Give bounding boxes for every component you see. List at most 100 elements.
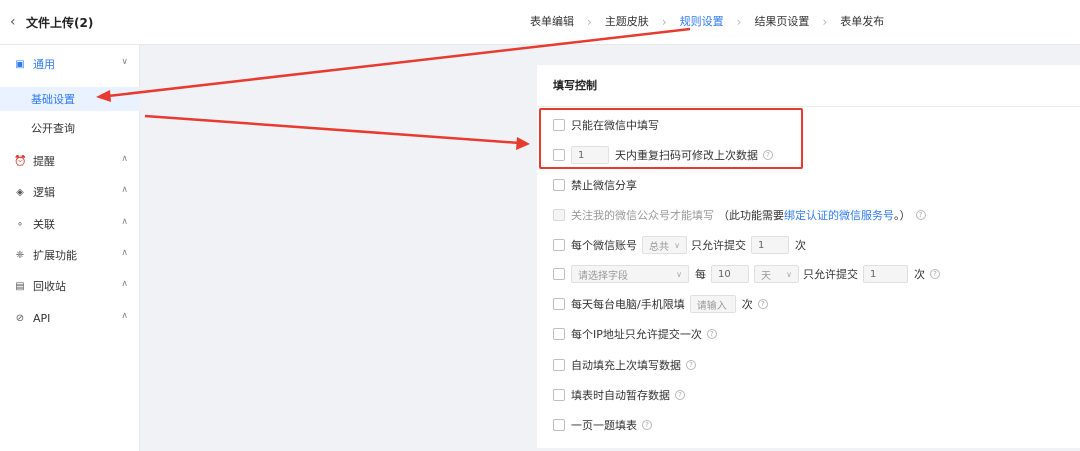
divider <box>537 106 1080 107</box>
option-label: 关注我的微信公众号才能填写 <box>571 209 714 222</box>
link-icon: ∘ <box>16 218 24 230</box>
chevron-down-icon: ∨ <box>786 269 792 279</box>
sidebar-group-api[interactable]: ⊘ API ∧ <box>0 306 140 330</box>
gift-icon: ❈ <box>15 249 25 261</box>
chevron-up-icon: ∧ <box>121 154 128 164</box>
help-icon[interactable]: ? <box>706 329 717 339</box>
option-label: 自动填充上次填写数据 <box>571 359 681 372</box>
page-title: 文件上传(2) <box>26 16 94 30</box>
per-field-count-input[interactable]: 1 <box>863 265 908 283</box>
option-label: 每天每台电脑/手机限填 <box>571 298 685 311</box>
help-icon[interactable]: ? <box>930 269 940 279</box>
help-icon[interactable]: ? <box>642 420 652 430</box>
step-rule-settings[interactable]: 规则设置 <box>680 15 724 29</box>
one-per-page-checkbox[interactable] <box>553 419 565 431</box>
alarm-icon: ⏰ <box>14 155 27 167</box>
unit-label: 次 <box>741 298 753 311</box>
sidebar-group-extensions[interactable]: ❈ 扩展功能 ∧ <box>0 243 140 267</box>
follow-account-checkbox[interactable] <box>553 209 565 221</box>
no-share-checkbox[interactable] <box>553 179 565 191</box>
trash-icon: ▤ <box>15 280 25 292</box>
per-device-count-input[interactable]: 请输入 <box>689 295 736 313</box>
option-autofill-last: 自动填充上次填写数据 ? <box>553 355 696 375</box>
sidebar-item-label: 逻辑 <box>33 186 55 199</box>
step-nav: 表单编辑 › 主题皮肤 › 规则设置 › 结果页设置 › 表单发布 <box>530 15 884 29</box>
chevron-up-icon: ∧ <box>121 185 128 195</box>
step-result-page[interactable]: 结果页设置 <box>754 15 809 29</box>
help-icon[interactable]: ? <box>757 299 768 309</box>
scope-select[interactable]: 总共 ∨ <box>642 236 687 254</box>
sidebar-group-recycle-bin[interactable]: ▤ 回收站 ∧ <box>0 274 140 298</box>
option-per-device: 每天每台电脑/手机限填 请输入 次 ? <box>553 294 768 314</box>
period-value-input[interactable]: 10 <box>711 265 749 283</box>
autosave-draft-checkbox[interactable] <box>553 389 565 401</box>
chevron-left-icon[interactable]: ‹ <box>10 14 16 30</box>
field-placeholder: 请选择字段 <box>578 270 628 282</box>
compass-icon: ⊘ <box>15 312 25 324</box>
sidebar-item-label: 关联 <box>33 218 55 231</box>
per-ip-checkbox[interactable] <box>553 328 565 340</box>
option-per-field: 请选择字段 ∨ 每 10 天 ∨ 只允许提交 1 次 ? <box>553 264 940 284</box>
bind-service-account-link[interactable]: 绑定认证的微信服务号 <box>784 207 894 223</box>
top-bar: ‹ 文件上传(2) 表单编辑 › 主题皮肤 › 规则设置 › 结果页设置 › 表… <box>0 0 1080 45</box>
chevron-down-icon: ∨ <box>674 240 680 250</box>
sidebar-group-general[interactable]: ▣ 通用 ∨ <box>0 52 140 76</box>
scope-value: 总共 <box>649 241 669 253</box>
sidebar-item-label: 扩展功能 <box>33 249 77 262</box>
every-label: 每 <box>695 268 706 281</box>
option-label: 只允许提交 <box>691 239 746 252</box>
help-icon[interactable]: ? <box>675 390 685 400</box>
chevron-down-icon: ∨ <box>676 269 682 279</box>
unit-label: 次 <box>914 268 925 281</box>
step-theme-skin[interactable]: 主题皮肤 <box>605 15 649 29</box>
option-label: 只允许提交 <box>803 268 858 281</box>
option-note-end: 。） <box>894 209 911 222</box>
sidebar-group-relation[interactable]: ∘ 关联 ∧ <box>0 212 140 236</box>
option-label: 每个微信账号 <box>571 239 637 252</box>
section-title: 填写控制 <box>553 79 597 92</box>
sidebar-item-label: API <box>33 311 51 325</box>
sidebar-item-label: 回收站 <box>33 280 66 293</box>
option-no-share: 禁止微信分享 <box>553 175 637 195</box>
help-icon[interactable]: ? <box>915 210 926 220</box>
chevron-right-icon: › <box>736 15 742 29</box>
option-per-account: 每个微信账号 总共 ∨ 只允许提交 1 次 <box>553 235 806 255</box>
chevron-up-icon: ∧ <box>121 248 128 258</box>
period-unit-value: 天 <box>761 270 771 282</box>
chevron-up-icon: ∧ <box>121 279 128 289</box>
chevron-down-icon: ∨ <box>121 57 128 67</box>
highlight-box <box>539 108 803 169</box>
option-label: 禁止微信分享 <box>571 179 637 192</box>
per-field-checkbox[interactable] <box>553 268 565 280</box>
option-per-ip: 每个IP地址只允许提交一次 ? <box>553 324 717 344</box>
per-account-count-input[interactable]: 1 <box>751 236 789 254</box>
arrow-head <box>516 137 530 150</box>
sidebar-item-public-query[interactable]: 公开查询 <box>0 116 140 140</box>
sidebar-group-reminder[interactable]: ⏰ 提醒 ∧ <box>0 149 140 173</box>
per-device-checkbox[interactable] <box>553 298 565 310</box>
period-unit-select[interactable]: 天 ∨ <box>754 265 799 283</box>
autofill-last-checkbox[interactable] <box>553 359 565 371</box>
sidebar-item-basic-settings[interactable]: 基础设置 <box>0 87 140 111</box>
unit-label: 次 <box>795 239 806 252</box>
step-publish[interactable]: 表单发布 <box>840 15 884 29</box>
option-autosave-draft: 填表时自动暂存数据 ? <box>553 385 685 405</box>
per-account-checkbox[interactable] <box>553 239 565 251</box>
chevron-right-icon: › <box>661 15 667 29</box>
option-note: （此功能需要 <box>718 209 784 222</box>
help-icon[interactable]: ? <box>686 360 696 370</box>
option-label: 一页一题填表 <box>571 419 637 432</box>
chevron-up-icon: ∧ <box>121 217 128 227</box>
sidebar-item-label: 提醒 <box>33 155 55 168</box>
option-label: 填表时自动暂存数据 <box>571 389 670 402</box>
form-icon: ▣ <box>15 58 25 70</box>
layers-icon: ◈ <box>16 186 24 198</box>
sidebar: ▣ 通用 ∨ 基础设置 公开查询 ⏰ 提醒 ∧ ◈ 逻辑 ∧ ∘ 关联 ∧ ❈ … <box>0 45 140 451</box>
step-form-edit[interactable]: 表单编辑 <box>530 15 574 29</box>
chevron-right-icon: › <box>822 15 828 29</box>
arrow-to-options <box>144 114 521 145</box>
option-follow-account: 关注我的微信公众号才能填写 （此功能需要 绑定认证的微信服务号 。） ? <box>553 205 926 225</box>
field-select[interactable]: 请选择字段 ∨ <box>571 265 689 283</box>
option-one-per-page: 一页一题填表 ? <box>553 415 652 435</box>
sidebar-group-logic[interactable]: ◈ 逻辑 ∧ <box>0 180 140 204</box>
